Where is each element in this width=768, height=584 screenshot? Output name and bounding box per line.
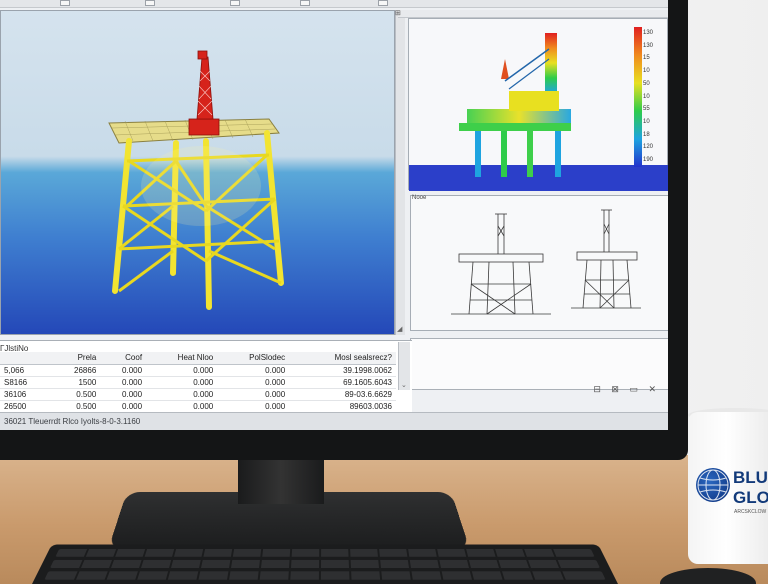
- table-header-row: Prela Coof Heat Nloo PolSlodec Mosl seal…: [0, 352, 396, 365]
- table-cell: 89-03.6.6629: [289, 388, 396, 401]
- table-row[interactable]: 5,066 26866 0.000 0.000 0.000 39.1998.00…: [0, 364, 396, 377]
- status-bar: 36021 Tleuerrdt Rlco Iyolts-8-0-3.1160: [0, 412, 668, 430]
- window-button[interactable]: [230, 0, 240, 6]
- table-cell: 0.000: [146, 388, 218, 401]
- table-cell: 0.000: [217, 364, 290, 377]
- wireframe-platform-left: [451, 213, 551, 315]
- drilling-derrick: [188, 50, 220, 136]
- table-cell: 0.000: [100, 364, 147, 377]
- table-cell: 36106: [0, 388, 51, 401]
- column-header[interactable]: Prela: [50, 352, 101, 365]
- column-header[interactable]: [0, 352, 51, 365]
- output-panel[interactable]: [410, 338, 668, 390]
- stress-contour-panel[interactable]: 130 130 15 10 50 10 55 10 18 120 190: [408, 18, 668, 191]
- monitor-screen: ◢ ⊞ 130 130 15 10 50 10 55 10 18 120 190…: [0, 0, 668, 430]
- stress-contour-render: [409, 27, 668, 191]
- table-cell: 0.000: [100, 400, 147, 413]
- contour-panel-header: ⊞: [395, 9, 668, 18]
- table-cell: 0.000: [100, 376, 147, 389]
- table-cell: 0.000: [146, 364, 218, 377]
- table-cell: 1500: [50, 376, 101, 389]
- table-cell: 5,066: [0, 364, 51, 377]
- results-table: Prela Coof Heat Nloo PolSlodec Mosl seal…: [0, 352, 396, 413]
- wireframe-platform-right: [571, 209, 641, 309]
- table-cell: 69.1605.6043: [289, 376, 396, 389]
- table-cell: 0.000: [217, 400, 290, 413]
- table-cell: 0.000: [217, 388, 290, 401]
- status-icons[interactable]: ⊟ ⊠ ▭ ✕: [593, 384, 660, 395]
- table-cell: 0.000: [146, 400, 218, 413]
- table-cell: 39.1998.0062: [289, 364, 396, 377]
- table-row[interactable]: 26500 0.500 0.000 0.000 0.000 89603.0036: [0, 400, 396, 413]
- table-cell: 89603.0036: [289, 400, 396, 413]
- column-header[interactable]: PolSlodec: [217, 352, 290, 365]
- table-cell: 0.000: [100, 388, 147, 401]
- window-button[interactable]: [300, 0, 310, 6]
- column-header[interactable]: Coof: [100, 352, 147, 365]
- column-header[interactable]: Heat Nloo: [146, 352, 218, 365]
- table-row[interactable]: 36106 0.500 0.000 0.000 0.000 89-03.6.66…: [0, 388, 396, 401]
- contour-legend-bar: [634, 27, 642, 167]
- window-button[interactable]: [378, 0, 388, 6]
- table-cell: S8166: [0, 376, 51, 389]
- mug-brand-tagline: ARCSKCLOW: [734, 509, 767, 515]
- table-cell: 0.000: [146, 376, 218, 389]
- structure-glow: [141, 146, 261, 226]
- viewport-scrollbar[interactable]: ◢: [395, 10, 405, 335]
- contour-legend-labels: 130 130 15 10 50 10 55 10 18 120 190: [643, 30, 654, 164]
- globe-logo-icon: [696, 468, 730, 502]
- toolbar: [0, 0, 668, 8]
- table-cell: 0.000: [217, 376, 290, 389]
- table-row[interactable]: S8166 1500 0.000 0.000 0.000 69.1605.604…: [0, 376, 396, 389]
- wireframe-tab-label[interactable]: Nooe: [410, 195, 426, 201]
- table-scrollbar[interactable]: ⌄: [398, 342, 410, 390]
- wireframe-panel[interactable]: [410, 195, 668, 331]
- window-button[interactable]: [145, 0, 155, 6]
- wireframe-render: [451, 209, 641, 315]
- window-button[interactable]: [60, 0, 70, 6]
- chevron-down-icon[interactable]: ⌄: [401, 381, 407, 389]
- contour-seabed: [409, 165, 668, 191]
- jacket-structure-render: [108, 50, 284, 310]
- mug-brand-line2: GLO: [733, 488, 768, 507]
- mug-brand-line1: BLUE: [733, 468, 768, 487]
- scroll-down-icon[interactable]: ◢: [397, 325, 402, 333]
- table-cell: 0.500: [50, 388, 101, 401]
- column-header[interactable]: Mosl sealsrecz?: [289, 352, 396, 365]
- structure-3d-viewport[interactable]: [0, 10, 395, 335]
- table-cell: 26866: [50, 364, 101, 377]
- table-cell: 26500: [0, 400, 51, 413]
- contour-platform: [459, 33, 571, 177]
- keyboard: [27, 544, 623, 584]
- panel-menu-icon[interactable]: ⊞: [395, 9, 401, 17]
- table-cell: 0.500: [50, 400, 101, 413]
